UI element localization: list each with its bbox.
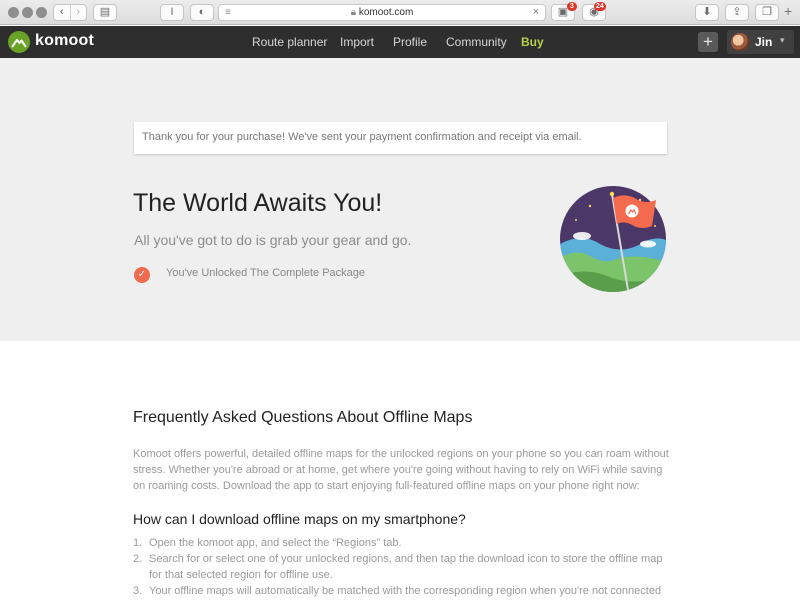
chevron-down-icon: ▾ (780, 35, 785, 45)
step-text: Search for or select one of your unlocke… (149, 553, 663, 581)
tabs-icon[interactable]: ❐ (755, 4, 779, 21)
lock-icon: 🔒︎ (350, 7, 357, 18)
hero-title: The World Awaits You! (133, 189, 383, 217)
brand-name[interactable]: komoot (35, 32, 94, 50)
text-cursor-icon[interactable]: I (160, 4, 184, 21)
hero-subtitle: All you've got to do is grab your gear a… (134, 232, 412, 248)
share-icon[interactable]: ⇪ (725, 4, 749, 21)
nav-link-profile[interactable]: Profile (393, 35, 427, 49)
zoom-window-button[interactable] (36, 7, 47, 18)
nav-link-buy[interactable]: Buy (521, 35, 544, 49)
step-number: 3. (133, 585, 143, 597)
nav-link-route-planner[interactable]: Route planner (252, 35, 327, 49)
avatar (731, 33, 749, 51)
adblock-extension-button[interactable]: ◉ 24 (582, 2, 606, 21)
extension-badge: 3 (567, 2, 577, 11)
browser-toolbar: ‹ › ▤ I ◐ ≡ 🔒︎ komoot.com × ▣ 3 ◉ 24 ⬇ ⇪ ❐… (0, 0, 800, 25)
url-text: komoot.com (358, 7, 414, 18)
purchase-confirmation-notice: Thank you for your purchase! We've sent … (134, 122, 667, 154)
checkmark-icon: ✓ (134, 267, 150, 283)
extension-icon[interactable]: ◐ (190, 4, 214, 21)
download-icon[interactable]: ⬇ (695, 4, 719, 21)
step-text: Your offline maps will automatically be … (149, 585, 662, 597)
world-flag-illustration (560, 186, 666, 292)
plus-icon[interactable]: + (784, 3, 792, 19)
ghostery-extension-button[interactable]: ▣ 3 (551, 2, 577, 21)
minimize-window-button[interactable] (22, 7, 33, 18)
top-navigation: komoot Route planner Import Profile Comm… (0, 26, 800, 58)
add-icon[interactable]: + (698, 32, 718, 52)
close-icon[interactable]: × (533, 6, 539, 18)
unlocked-package-label: You've Unlocked The Complete Package (166, 267, 366, 279)
list-item: 1. Open the komoot app, and select the “… (133, 535, 673, 551)
step-number: 1. (133, 537, 143, 549)
chevron-left-icon[interactable]: ‹ (54, 5, 70, 20)
step-number: 2. (133, 553, 143, 565)
chevron-right-icon[interactable]: › (69, 5, 87, 20)
list-item: 3. Your offline maps will automatically … (133, 583, 673, 599)
address-bar[interactable]: ≡ 🔒︎ komoot.com × (218, 4, 546, 21)
list-item: 2. Search for or select one of your unlo… (133, 551, 673, 583)
step-text: Open the komoot app, and select the “Reg… (149, 537, 402, 549)
close-window-button[interactable] (8, 7, 19, 18)
nav-link-import[interactable]: Import (340, 35, 374, 49)
faq-title: Frequently Asked Questions About Offline… (133, 409, 473, 426)
faq-intro: Komoot offers powerful, detailed offline… (133, 448, 669, 492)
user-menu-button[interactable]: Jin ▾ (727, 30, 794, 54)
user-name: Jin (755, 35, 773, 49)
extension-badge: 24 (594, 2, 606, 11)
faq-steps-list: 1. Open the komoot app, and select the “… (133, 535, 673, 599)
history-nav: ‹ › (53, 4, 87, 21)
faq-question: How can I download offline maps on my sm… (133, 511, 466, 527)
purchase-hero: Thank you for your purchase! We've sent … (0, 58, 800, 341)
sidebar-icon[interactable]: ▤ (93, 4, 117, 21)
nav-link-community[interactable]: Community (446, 35, 507, 49)
komoot-logo-icon[interactable] (8, 31, 30, 53)
